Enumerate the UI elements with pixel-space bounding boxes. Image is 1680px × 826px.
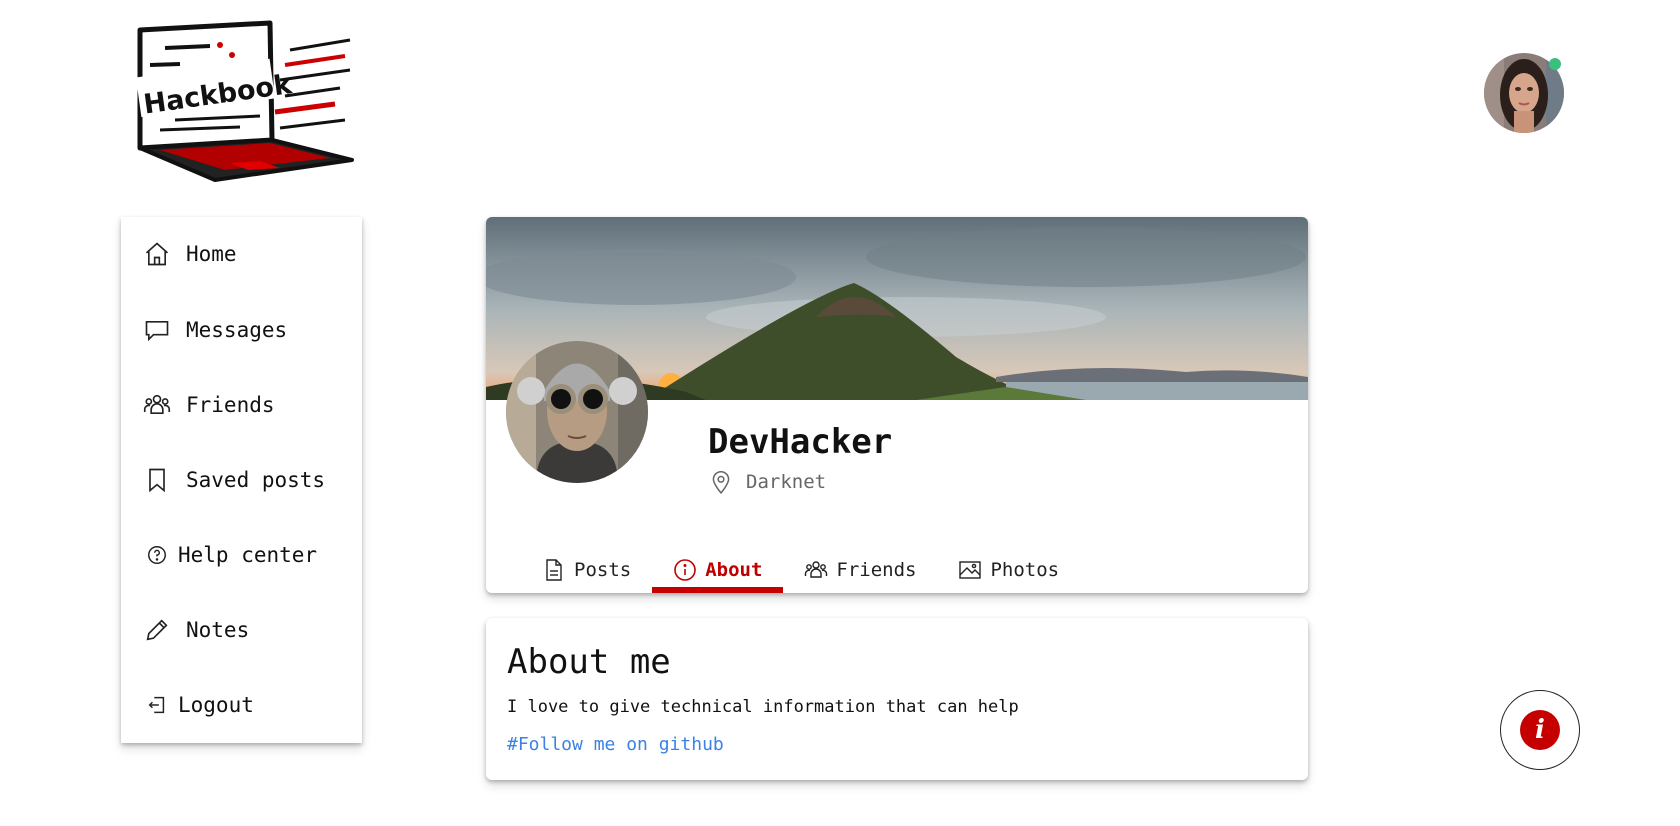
sidebar-item-help-center[interactable]: Help center (121, 525, 362, 585)
sidebar-item-home[interactable]: Home (121, 224, 362, 284)
location-pin-icon (712, 471, 730, 494)
sidebar-item-saved-posts[interactable]: Saved posts (121, 450, 362, 510)
users-icon (805, 561, 828, 578)
about-card: About me I love to give technical inform… (486, 618, 1308, 780)
sidebar-item-label: Friends (186, 393, 275, 417)
tab-label: Posts (574, 559, 632, 581)
github-link[interactable]: #Follow me on github (507, 734, 724, 755)
sidebar-item-friends[interactable]: Friends (121, 375, 362, 435)
info-icon: i (1520, 710, 1560, 750)
sidebar: Home Messages Friends Saved posts Help c… (121, 217, 362, 743)
help-icon (142, 540, 172, 570)
about-text: I love to give technical information tha… (507, 697, 1019, 717)
tab-posts[interactable]: Posts (522, 547, 652, 593)
profile-name: DevHacker (708, 422, 893, 462)
sidebar-item-label: Saved posts (186, 468, 326, 492)
tab-friends[interactable]: Friends (783, 547, 937, 593)
tab-label: About (705, 559, 763, 581)
sidebar-item-label: Messages (186, 318, 288, 342)
image-icon (959, 561, 982, 579)
sidebar-item-label: Help center (178, 543, 318, 567)
profile-avatar[interactable] (506, 341, 648, 483)
sidebar-item-logout[interactable]: Logout (121, 675, 362, 735)
message-icon (142, 315, 172, 345)
info-icon (674, 559, 697, 581)
sidebar-item-notes[interactable]: Notes (121, 600, 362, 660)
sidebar-item-label: Notes (186, 618, 250, 642)
sidebar-item-messages[interactable]: Messages (121, 300, 362, 360)
bookmark-icon (142, 465, 172, 495)
sidebar-item-label: Logout (178, 693, 254, 717)
profile-location: Darknet (708, 469, 826, 495)
tab-photos[interactable]: Photos (937, 547, 1080, 593)
tab-about[interactable]: About (652, 547, 784, 593)
profile-tabs: Posts About Friends Photos (522, 547, 1080, 593)
online-status-dot (1549, 58, 1561, 70)
home-icon (142, 239, 172, 269)
hackbook-logo[interactable]: Hackbook (120, 20, 370, 186)
profile-card: DevHacker Darknet Posts About Friends Ph… (486, 217, 1308, 593)
info-button[interactable]: i (1500, 690, 1580, 770)
pencil-icon (142, 615, 172, 645)
tab-label: Photos (990, 559, 1060, 581)
document-icon (546, 559, 562, 581)
location-text: Darknet (746, 471, 827, 493)
logout-icon (142, 690, 172, 720)
tab-label: Friends (836, 559, 917, 581)
about-title: About me (507, 642, 671, 682)
sidebar-item-label: Home (186, 242, 237, 266)
users-icon (142, 390, 172, 420)
